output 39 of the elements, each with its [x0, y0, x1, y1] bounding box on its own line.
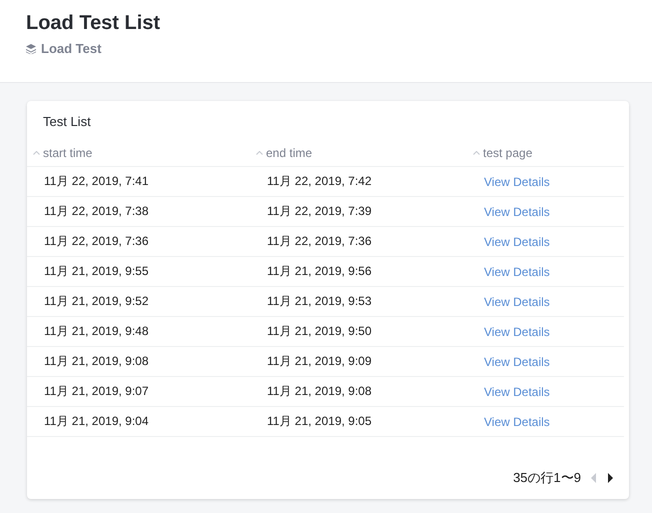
view-details-link[interactable]: View Details [484, 264, 550, 278]
end-time: 11月 21, 2019, 9:53 [267, 294, 372, 308]
start-time: 11月 21, 2019, 9:52 [44, 294, 149, 308]
view-details-link[interactable]: View Details [484, 234, 550, 248]
end-time: 11月 22, 2019, 7:42 [267, 174, 372, 188]
end-time: 11月 21, 2019, 9:56 [267, 264, 372, 278]
start-time: 11月 21, 2019, 9:07 [44, 384, 149, 398]
start-time: 11月 21, 2019, 9:55 [44, 264, 149, 278]
start-time: 11月 21, 2019, 9:48 [44, 324, 149, 338]
column-header[interactable]: test page [483, 146, 532, 160]
view-details-link[interactable]: View Details [484, 384, 550, 398]
view-details-link[interactable]: View Details [484, 204, 550, 218]
view-details-link[interactable]: View Details [484, 414, 550, 428]
start-time: 11月 21, 2019, 9:08 [44, 354, 149, 368]
view-details-link[interactable]: View Details [484, 174, 550, 188]
pagination-text: 35の行1〜9 [513, 469, 581, 487]
end-time: 11月 22, 2019, 7:39 [267, 204, 372, 218]
sort-icon[interactable] [473, 151, 480, 155]
start-time: 11月 22, 2019, 7:36 [44, 234, 149, 248]
column-header[interactable]: end time [266, 146, 312, 160]
breadcrumb-link[interactable]: Load Test [41, 41, 102, 56]
end-time: 11月 22, 2019, 7:36 [267, 234, 372, 248]
end-time: 11月 21, 2019, 9:08 [267, 384, 372, 398]
page-title: Load Test List [26, 11, 162, 36]
layers-icon [26, 44, 36, 54]
start-time: 11月 22, 2019, 7:38 [44, 204, 149, 218]
start-time: 11月 22, 2019, 7:41 [44, 174, 149, 188]
end-time: 11月 21, 2019, 9:09 [267, 354, 372, 368]
column-header[interactable]: start time [43, 146, 92, 160]
end-time: 11月 21, 2019, 9:50 [267, 324, 372, 338]
card-title: Test List [43, 114, 91, 130]
sort-icon[interactable] [256, 151, 263, 155]
view-details-link[interactable]: View Details [484, 354, 550, 368]
sort-icon[interactable] [33, 151, 40, 155]
next-page-icon[interactable] [607, 473, 613, 483]
view-details-link[interactable]: View Details [484, 324, 550, 338]
view-details-link[interactable]: View Details [484, 294, 550, 308]
end-time: 11月 21, 2019, 9:05 [267, 414, 372, 428]
start-time: 11月 21, 2019, 9:04 [44, 414, 149, 428]
